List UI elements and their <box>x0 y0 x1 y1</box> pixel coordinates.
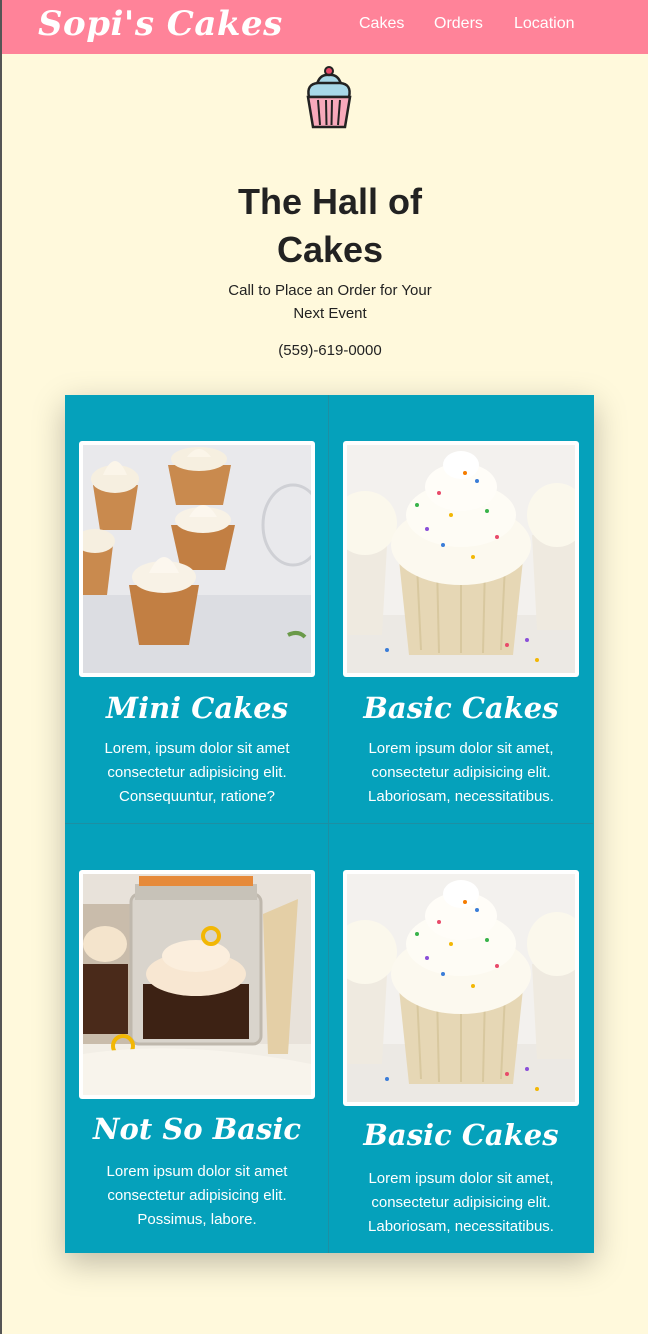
cake-grid: Mini Cakes Lorem, ipsum dolor sit amet co… <box>65 395 594 1253</box>
mini-cakes-photo <box>79 441 315 677</box>
card-basic-cakes-2: Basic Cakes Lorem ipsum dolor sit amet, c… <box>329 824 593 1253</box>
page-title: The Hall of Cakes <box>237 181 422 270</box>
card-basic-cakes: Basic Cakes Lorem ipsum dolor sit amet, c… <box>329 395 593 824</box>
navbar: Sopi's Cakes Cakes Orders Location <box>2 0 648 54</box>
card-description: Lorem ipsum dolor sit amet, consectetur a… <box>368 1170 554 1235</box>
nav-link-location[interactable]: Location <box>514 15 575 33</box>
cupcake-icon <box>306 66 352 129</box>
card-not-so-basic: Not So Basic Lorem ipsum dolor sit amet c… <box>65 824 329 1253</box>
card-title: Basic Cakes <box>363 1118 559 1152</box>
card-title: Basic Cakes <box>363 691 559 725</box>
page-subtitle: Call to Place an Order for Your Next Even… <box>228 282 432 322</box>
basic-cakes-photo <box>343 441 579 677</box>
card-description: Lorem ipsum dolor sit amet, consectetur a… <box>368 740 554 805</box>
nav-link-cakes[interactable]: Cakes <box>359 15 404 33</box>
jar-cake-photo <box>79 870 315 1099</box>
card-description: Lorem ipsum dolor sit amet consectetur ad… <box>106 1163 288 1228</box>
basic-cakes-photo <box>343 870 579 1106</box>
brand-logo[interactable]: Sopi's Cakes <box>38 4 283 44</box>
nav-link-orders[interactable]: Orders <box>434 15 483 33</box>
card-title: Mini Cakes <box>105 691 289 725</box>
card-title: Not So Basic <box>92 1112 302 1146</box>
card-description: Lorem, ipsum dolor sit amet consectetur a… <box>104 740 290 805</box>
card-mini-cakes: Mini Cakes Lorem, ipsum dolor sit amet co… <box>65 395 329 824</box>
phone-number[interactable]: (559)-619-0000 <box>202 342 458 359</box>
